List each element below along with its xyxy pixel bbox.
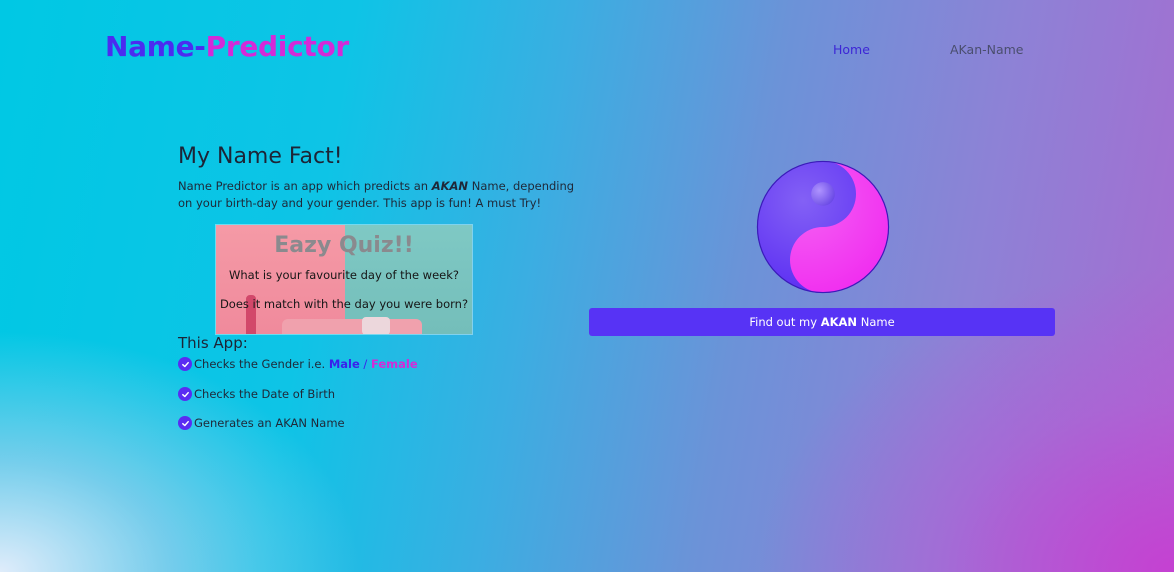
female-label: Female (370, 357, 418, 371)
app-features-heading: This App: (178, 334, 248, 352)
quiz-decor-sofa (282, 319, 422, 334)
intro-akan-emphasis: AKAN (431, 179, 469, 193)
page-title: My Name Fact! (178, 144, 343, 169)
check-circle-icon (178, 357, 192, 371)
quiz-question-1: What is your favourite day of the week? (228, 268, 459, 282)
feature-item-generate: Generates an AKAN Name (178, 416, 345, 430)
cta-akan-emphasis: AKAN (820, 315, 858, 329)
logo-part-predictor: Predictor (205, 30, 350, 63)
feature-item-gender: Checks the Gender i.e. Male / Female (178, 357, 418, 371)
quiz-question-2: Does it match with the day you were born… (219, 297, 469, 311)
feature-generate-text: Generates an AKAN Name (194, 416, 345, 430)
feature-item-dob: Checks the Date of Birth (178, 387, 335, 401)
cta-text-end: Name (857, 315, 895, 329)
check-circle-icon (178, 416, 192, 430)
intro-text: Name Predictor is an app which predicts … (178, 178, 578, 212)
nav-akan-name-link[interactable]: AKan-Name (950, 42, 1024, 57)
intro-text-start: Name Predictor is an app which predicts … (178, 179, 432, 193)
check-circle-icon (178, 387, 192, 401)
gender-separator: / (359, 357, 371, 371)
feature-gender-text: Checks the Gender i.e. Male / Female (194, 357, 418, 371)
feature-gender-label: Checks the Gender i.e. (194, 357, 329, 371)
male-label: Male (328, 357, 360, 371)
logo-part-name: Name- (105, 30, 206, 63)
nav-home-link[interactable]: Home (833, 42, 870, 57)
quiz-decor-cushion (362, 317, 390, 334)
find-akan-name-button[interactable]: Find out my AKAN Name (589, 308, 1055, 336)
site-logo[interactable]: Name-Predictor (105, 30, 349, 63)
cta-text-start: Find out my (749, 315, 821, 329)
feature-dob-text: Checks the Date of Birth (194, 387, 336, 401)
quiz-title: Eazy Quiz!! (274, 233, 414, 258)
yin-yang-icon (756, 160, 890, 294)
quiz-card: Eazy Quiz!! What is your favourite day o… (215, 224, 473, 335)
